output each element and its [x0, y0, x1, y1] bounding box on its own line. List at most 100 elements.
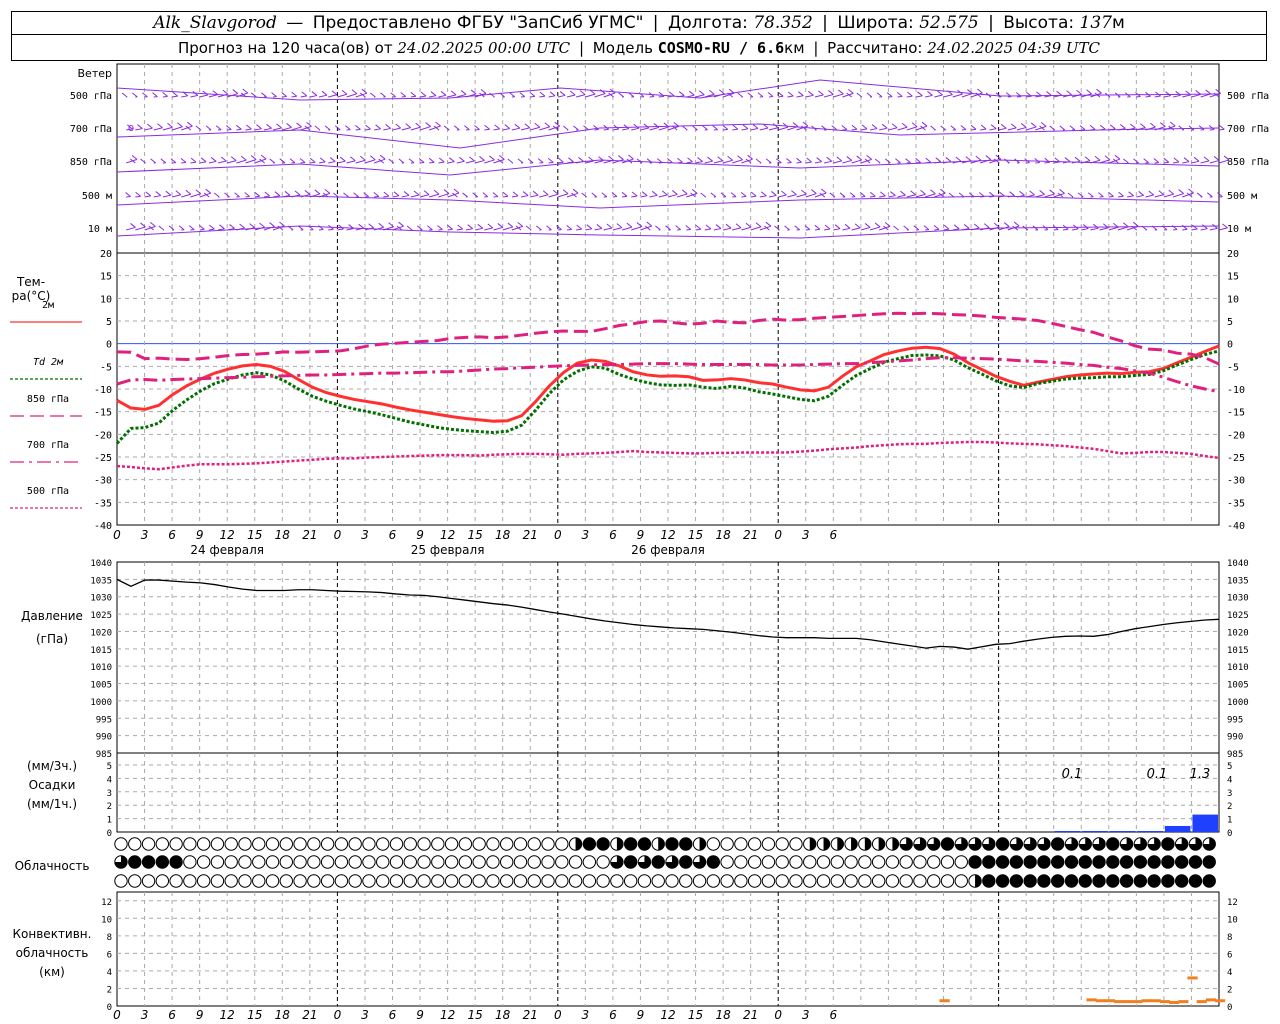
cloud-symbol — [1133, 837, 1148, 851]
cloud-symbol — [995, 855, 1010, 869]
wind-barb — [874, 158, 881, 164]
wind-barb — [1090, 155, 1101, 164]
wind-barb — [1108, 154, 1121, 164]
wind-barb — [300, 91, 308, 98]
wind-barb — [849, 192, 856, 198]
wind-barb — [547, 157, 554, 164]
cloud-symbol — [376, 855, 390, 869]
cloud-symbol — [1106, 855, 1120, 869]
cloud-symbol — [444, 874, 459, 888]
cloud-symbol — [320, 855, 335, 869]
wind-barb — [566, 224, 572, 231]
cloud-symbol — [1119, 837, 1134, 851]
wind-barb — [539, 190, 549, 198]
wind-barb — [839, 192, 846, 198]
wind-barb — [171, 122, 183, 131]
wind-barb — [893, 225, 899, 231]
cloud-symbol — [747, 837, 762, 851]
wind-barb — [814, 157, 822, 164]
convective-mark — [1159, 1000, 1171, 1004]
wind-barb — [548, 189, 559, 198]
precip-tick-right: 3 — [1227, 789, 1232, 799]
wind-barb — [1044, 91, 1052, 98]
wind-barb — [263, 123, 272, 131]
cloud-symbol — [1037, 855, 1051, 869]
cloud-symbol — [169, 855, 183, 869]
cloud-symbol — [210, 874, 225, 888]
wind-barb — [162, 190, 172, 198]
pressure-tick-left: 995 — [96, 715, 112, 725]
wind-barb — [383, 191, 390, 198]
wind-barb — [970, 155, 982, 164]
cloud-symbol — [1174, 874, 1189, 888]
cloud-symbol — [238, 837, 252, 851]
wind-barb — [750, 124, 759, 131]
cloud-symbol — [183, 837, 197, 851]
wind-barb — [337, 89, 348, 98]
wind-barb — [869, 191, 876, 198]
wind-barb — [925, 91, 933, 98]
hour-label: 12 — [440, 528, 455, 542]
wind-barb — [621, 222, 633, 231]
wind-barb — [925, 157, 932, 164]
cloud-symbol — [692, 855, 707, 869]
wind-barb — [905, 158, 911, 164]
hour-label: 12 — [220, 528, 235, 542]
cloud-symbol — [871, 837, 886, 851]
precip-bar — [1164, 825, 1191, 832]
wind-barb — [502, 222, 514, 231]
wind-barb — [796, 189, 807, 198]
wind-barb — [215, 125, 222, 131]
wind-barb — [318, 157, 326, 164]
cloud-symbol — [637, 837, 652, 851]
wind-barb — [236, 155, 247, 164]
cloud-symbol — [720, 874, 734, 888]
wind-barb — [162, 91, 168, 98]
precip-annotation: 0.1 — [1147, 767, 1168, 782]
wind-barb — [364, 155, 376, 164]
temp-tick-right: -15 — [1227, 408, 1245, 419]
wind-barb — [1173, 157, 1180, 164]
wind-barb — [429, 91, 437, 98]
wind-barb — [741, 222, 752, 231]
cloud-symbol — [665, 855, 679, 869]
cloud-symbol — [541, 855, 555, 869]
wind-barb — [484, 124, 490, 131]
wind-barb — [700, 192, 706, 198]
wind-barb — [923, 225, 930, 231]
wind-barb — [1200, 224, 1208, 231]
cloud-symbol — [940, 855, 955, 869]
wind-barb — [618, 92, 624, 98]
wind-barb — [1143, 158, 1149, 164]
wind-barb — [989, 124, 997, 131]
cloud-symbol — [417, 874, 431, 888]
cloud-symbol — [1037, 874, 1051, 888]
wind-barb — [1136, 191, 1144, 198]
wind-barb — [730, 192, 737, 198]
wind-barb — [1079, 125, 1086, 131]
wind-barb — [603, 223, 613, 231]
wind-barb — [1153, 158, 1160, 164]
cloud-symbol — [871, 874, 886, 888]
cloud-symbol — [114, 837, 128, 851]
hour-label-bottom: 0 — [774, 1008, 782, 1022]
convective-title-3: (км) — [39, 965, 65, 979]
wind-barb — [869, 222, 881, 231]
wind-barb — [150, 158, 156, 164]
cloud-symbol — [348, 874, 362, 888]
cloud-symbol — [830, 837, 844, 851]
hour-label: 15 — [688, 528, 703, 542]
wind-barb — [419, 91, 427, 98]
wind-level-label: 10 м — [88, 224, 112, 235]
cloud-symbol — [692, 837, 707, 851]
wind-barb — [406, 225, 413, 231]
wind-barb — [530, 190, 539, 198]
temp-tick-right: -30 — [1227, 476, 1245, 487]
wind-barb — [884, 158, 891, 164]
cloud-symbol — [1188, 855, 1203, 869]
hour-label: 21 — [523, 528, 538, 542]
wind-barb — [686, 90, 695, 98]
wind-barb — [960, 125, 967, 131]
wind-barb — [1035, 91, 1042, 98]
wind-barb — [573, 125, 579, 131]
